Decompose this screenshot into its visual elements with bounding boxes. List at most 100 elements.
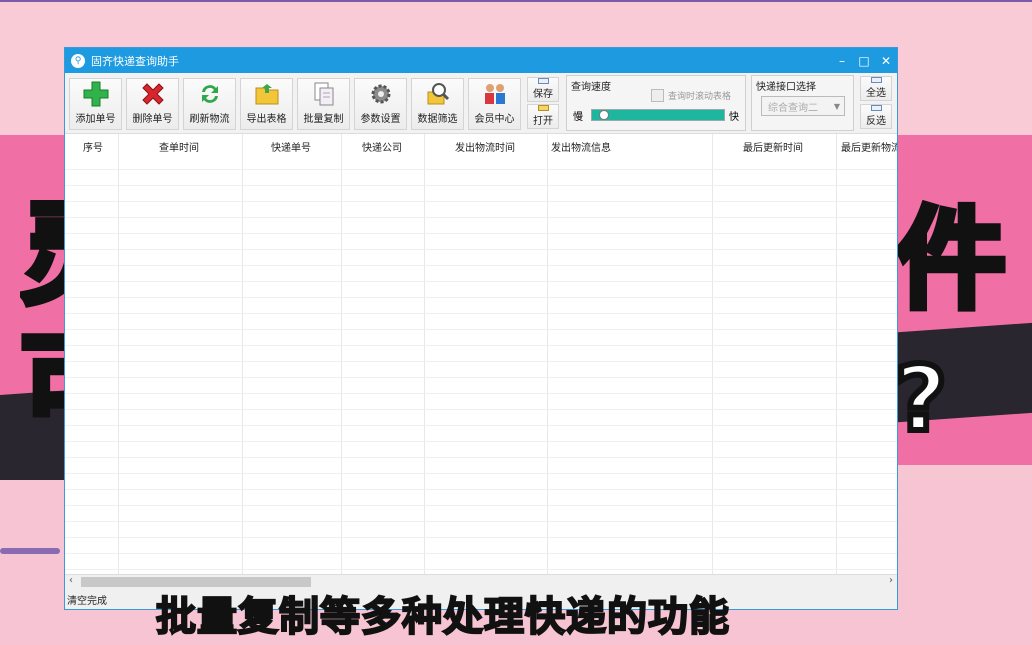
- members-icon: [481, 81, 509, 107]
- batch-copy-button[interactable]: 批量复制: [297, 78, 350, 130]
- open-folder-icon: [537, 105, 549, 111]
- grid-row-line: [65, 169, 897, 170]
- invert-select-icon: [870, 105, 882, 111]
- grid-row-line: [65, 441, 897, 442]
- col-index[interactable]: 序号: [83, 139, 103, 154]
- status-text: 清空完成: [67, 595, 107, 607]
- grid-row-line: [65, 249, 897, 250]
- data-filter-button[interactable]: 数据筛选: [411, 78, 464, 130]
- titlebar: ⚲ 固齐快递查询助手 – □ ✕: [65, 48, 897, 73]
- grid-row-line: [65, 409, 897, 410]
- close-button[interactable]: ✕: [875, 48, 897, 73]
- grid-row-line: [65, 329, 897, 330]
- api-select-group: 快递接口选择 综合查询二 ▼: [751, 75, 854, 131]
- grid-row-line: [65, 521, 897, 522]
- grid-row-line: [65, 233, 897, 234]
- api-select-title: 快递接口选择: [756, 82, 816, 93]
- speed-slider[interactable]: [591, 109, 725, 121]
- copy-pages-icon: [310, 81, 338, 107]
- scroll-right-icon[interactable]: ›: [889, 575, 893, 586]
- grid-row-line: [65, 345, 897, 346]
- gear-icon: [367, 81, 395, 107]
- grid-row-line: [65, 361, 897, 362]
- grid-row-line: [65, 553, 897, 554]
- grid-row-line: [65, 489, 897, 490]
- scroll-table-checkbox[interactable]: 查询时滚动表格: [651, 89, 731, 102]
- video-caption: 批量复制等多种处理快递的功能: [155, 593, 730, 641]
- window-title: 固齐快递查询助手: [91, 54, 179, 68]
- delete-number-button[interactable]: 删除单号: [126, 78, 179, 130]
- background-question-mark: ?: [892, 347, 950, 452]
- app-window: ⚲ 固齐快递查询助手 – □ ✕ 添加单号 删除单号 刷新物流 导出表格 批量复…: [64, 47, 898, 610]
- green-plus-icon: [82, 81, 110, 107]
- data-filter-label: 数据筛选: [417, 114, 458, 125]
- minimize-button[interactable]: –: [831, 48, 853, 73]
- col-sent-time[interactable]: 发出物流时间: [455, 139, 515, 154]
- add-number-button[interactable]: 添加单号: [69, 78, 122, 130]
- query-speed-group: 查询速度 查询时滚动表格 慢 快: [566, 75, 746, 131]
- col-query-time[interactable]: 查单时间: [159, 139, 199, 154]
- save-label: 保存: [533, 89, 553, 100]
- red-x-icon: [139, 81, 167, 107]
- open-button[interactable]: 打开: [527, 104, 559, 129]
- folder-export-icon: [253, 81, 281, 107]
- grid-row-line: [65, 505, 897, 506]
- speed-slow-label: 慢: [573, 112, 583, 123]
- refresh-logistics-button[interactable]: 刷新物流: [183, 78, 236, 130]
- col-tracking-number[interactable]: 快递单号: [271, 139, 311, 154]
- select-all-button[interactable]: 全选: [860, 76, 892, 101]
- background-stroke: [0, 548, 60, 554]
- background-line: [0, 0, 1032, 2]
- background-glyph-left-2: 可: [20, 330, 64, 440]
- refresh-icon: [196, 81, 224, 107]
- member-center-label: 会员中心: [474, 114, 515, 125]
- background-glyph-left-1: 灵: [20, 200, 64, 310]
- grid-row-line: [65, 425, 897, 426]
- export-table-label: 导出表格: [246, 114, 287, 125]
- speed-fast-label: 快: [729, 112, 739, 123]
- scroll-left-icon[interactable]: ‹: [69, 575, 73, 586]
- grid-row-line: [65, 297, 897, 298]
- chevron-down-icon: ▼: [833, 101, 840, 111]
- col-sent-info[interactable]: 发出物流信息: [551, 139, 611, 154]
- add-number-label: 添加单号: [75, 114, 116, 125]
- api-select-dropdown[interactable]: 综合查询二 ▼: [761, 96, 845, 116]
- grid-header: 序号 查单时间 快递单号 快递公司 发出物流时间 发出物流信息 最后更新时间 最…: [65, 134, 897, 154]
- refresh-logistics-label: 刷新物流: [189, 114, 230, 125]
- member-center-button[interactable]: 会员中心: [468, 78, 521, 130]
- magnifier-truck-icon: ⚲: [71, 53, 85, 68]
- select-all-icon: [870, 77, 882, 83]
- grid-row-line: [65, 569, 897, 570]
- grid-row-line: [65, 185, 897, 186]
- scroll-table-checkbox-label: 查询时滚动表格: [668, 92, 732, 102]
- delete-number-label: 删除单号: [132, 114, 173, 125]
- grid-row-line: [65, 265, 897, 266]
- background-glyph-partial: 件: [893, 196, 1009, 324]
- grid-row-line: [65, 217, 897, 218]
- col-last-update-time[interactable]: 最后更新时间: [743, 139, 803, 154]
- export-table-button[interactable]: 导出表格: [240, 78, 293, 130]
- grid-row-line: [65, 377, 897, 378]
- toolbar: 添加单号 删除单号 刷新物流 导出表格 批量复制 参数设置 数据筛选 会员中心 …: [65, 73, 897, 134]
- search-filter-icon: [424, 81, 452, 107]
- batch-copy-label: 批量复制: [303, 114, 344, 125]
- grid-row-line: [65, 201, 897, 202]
- settings-label: 参数设置: [360, 114, 401, 125]
- api-select-value: 综合查询二: [768, 102, 818, 114]
- save-button[interactable]: 保存: [527, 77, 559, 102]
- settings-button[interactable]: 参数设置: [354, 78, 407, 130]
- col-courier[interactable]: 快递公司: [362, 139, 402, 154]
- grid-row-line: [65, 393, 897, 394]
- grid-body[interactable]: [65, 154, 897, 574]
- select-all-label: 全选: [866, 88, 886, 99]
- checkbox-box[interactable]: [651, 89, 664, 102]
- grid-row-line: [65, 281, 897, 282]
- invert-select-button[interactable]: 反选: [860, 104, 892, 129]
- col-last-update-info[interactable]: 最后更新物流: [841, 139, 897, 154]
- query-speed-title: 查询速度: [571, 82, 611, 93]
- grid-row-line: [65, 313, 897, 314]
- grid-row-line: [65, 537, 897, 538]
- maximize-button[interactable]: □: [853, 48, 875, 73]
- grid-row-line: [65, 457, 897, 458]
- save-icon: [537, 78, 549, 84]
